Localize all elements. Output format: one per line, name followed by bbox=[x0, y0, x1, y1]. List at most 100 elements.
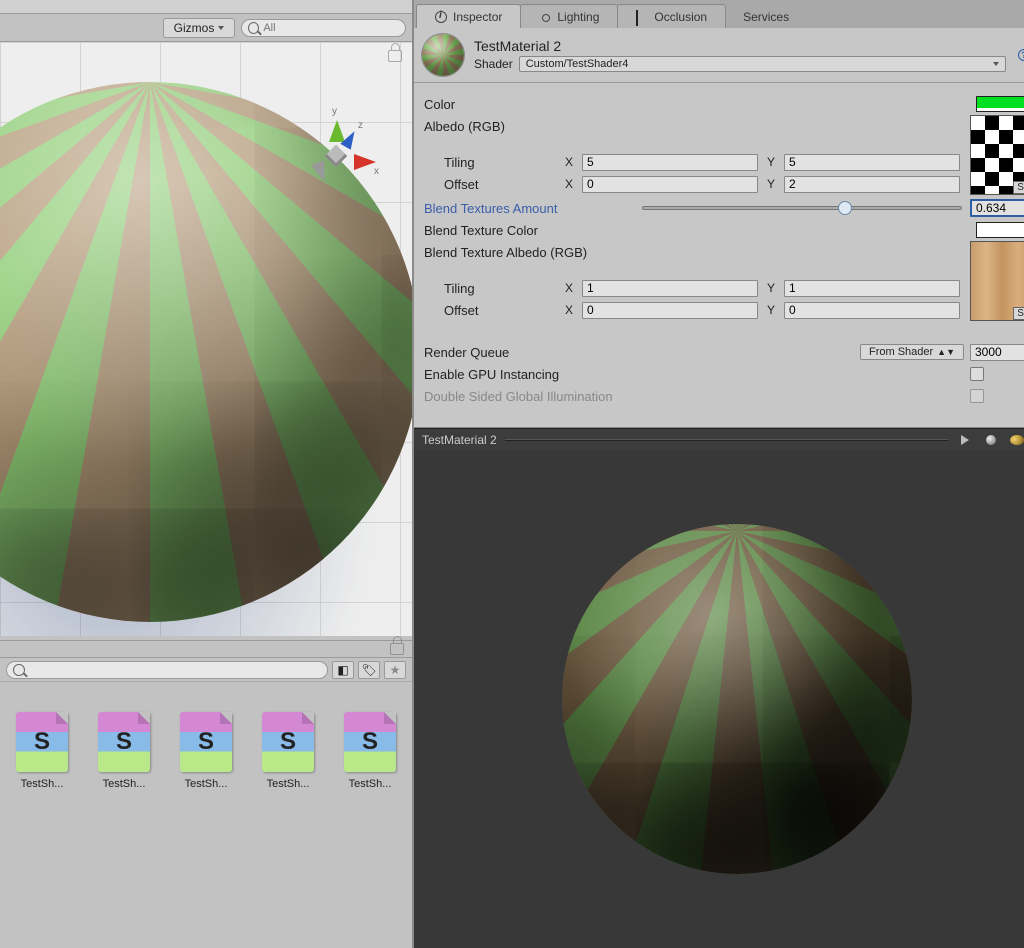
render-queue-mode-dropdown[interactable]: From Shader ▲▼ bbox=[860, 344, 964, 360]
tab-label: Inspector bbox=[453, 10, 502, 24]
filter-by-label-button[interactable]: 🏷 bbox=[358, 661, 380, 679]
shader-file-icon: S bbox=[344, 712, 396, 772]
preview-header: TestMaterial 2 bbox=[414, 428, 1024, 450]
y-label: Y bbox=[764, 177, 778, 191]
shader-dropdown[interactable]: Custom/TestShader4 bbox=[519, 56, 1006, 72]
star-icon: ★ bbox=[390, 663, 401, 677]
albedo-offset-x[interactable] bbox=[582, 176, 758, 193]
x-label: X bbox=[562, 281, 576, 295]
x-label: X bbox=[562, 177, 576, 191]
hierarchy-icon: ◧ bbox=[337, 663, 348, 677]
chevron-down-icon bbox=[993, 62, 999, 66]
blend-color-field[interactable] bbox=[976, 222, 1024, 238]
albedo-tiling-x[interactable] bbox=[582, 154, 758, 171]
material-thumbnail-icon[interactable] bbox=[422, 34, 464, 76]
axis-z-label: z bbox=[358, 120, 363, 131]
tab-label: Lighting bbox=[557, 10, 599, 24]
y-label: Y bbox=[764, 281, 778, 295]
material-name: TestMaterial 2 bbox=[474, 38, 1006, 54]
tab-label: Services bbox=[743, 10, 789, 24]
x-label: X bbox=[562, 303, 576, 317]
asset-label: TestSh... bbox=[10, 778, 74, 790]
asset-item[interactable]: S TestSh... bbox=[10, 712, 74, 790]
scene-tab-strip bbox=[0, 0, 412, 14]
preview-env-button[interactable] bbox=[1008, 432, 1024, 448]
project-header-bar bbox=[0, 640, 412, 658]
scene-search-input[interactable] bbox=[263, 22, 399, 34]
slider-thumb-icon[interactable] bbox=[838, 201, 852, 215]
blend-offset-y[interactable] bbox=[784, 302, 960, 319]
play-icon bbox=[961, 435, 969, 445]
tab-label: Occlusion bbox=[654, 10, 707, 24]
lock-icon[interactable] bbox=[388, 50, 402, 62]
orientation-gizmo[interactable]: y x z bbox=[296, 116, 376, 196]
render-queue-value[interactable] bbox=[970, 344, 1024, 361]
project-search[interactable] bbox=[6, 661, 328, 679]
y-label: Y bbox=[764, 303, 778, 317]
tab-occlusion[interactable]: Occlusion bbox=[617, 4, 726, 28]
preview-play-button[interactable] bbox=[956, 432, 974, 448]
help-icon: ? bbox=[1018, 49, 1024, 61]
scene-toolbar: Gizmos bbox=[0, 14, 412, 42]
search-icon bbox=[13, 664, 25, 676]
tiling-label: Tiling bbox=[424, 281, 556, 296]
albedo-texture-slot[interactable]: Select bbox=[970, 115, 1024, 195]
shader-file-icon: S bbox=[262, 712, 314, 772]
material-properties: Color Albedo (RGB) Tiling X Y bbox=[414, 83, 1024, 428]
shader-value: Custom/TestShader4 bbox=[526, 58, 629, 70]
help-button[interactable]: ? bbox=[1016, 47, 1024, 63]
project-search-input[interactable] bbox=[29, 664, 322, 676]
asset-grid[interactable]: S TestSh... S TestSh... S TestSh... S Te… bbox=[0, 682, 412, 948]
preview-title: TestMaterial 2 bbox=[422, 433, 497, 447]
asset-item[interactable]: S TestSh... bbox=[256, 712, 320, 790]
gizmos-dropdown[interactable]: Gizmos bbox=[163, 18, 236, 38]
albedo-label: Albedo (RGB) bbox=[424, 119, 634, 134]
tab-services[interactable]: Services bbox=[725, 5, 807, 28]
axis-y-label: y bbox=[332, 106, 337, 117]
albedo-tiling-y[interactable] bbox=[784, 154, 960, 171]
tiling-label: Tiling bbox=[424, 155, 556, 170]
blend-offset-x[interactable] bbox=[582, 302, 758, 319]
sphere-icon bbox=[986, 435, 996, 445]
blend-amount-value[interactable] bbox=[970, 199, 1024, 217]
render-queue-label: Render Queue bbox=[424, 345, 634, 360]
lock-icon[interactable] bbox=[390, 643, 404, 655]
blend-tiling-x[interactable] bbox=[582, 280, 758, 297]
texture-select-button[interactable]: Select bbox=[1013, 307, 1024, 320]
asset-item[interactable]: S TestSh... bbox=[92, 712, 156, 790]
preview-light-button[interactable] bbox=[982, 432, 1000, 448]
color-field[interactable] bbox=[976, 96, 1024, 112]
occlusion-icon bbox=[636, 10, 638, 26]
gizmo-axis-neg-icon[interactable] bbox=[311, 160, 331, 184]
blend-amount-slider[interactable] bbox=[642, 206, 962, 210]
favorites-button[interactable]: ★ bbox=[384, 661, 406, 679]
blend-amount-label: Blend Textures Amount bbox=[424, 201, 634, 216]
gizmo-axis-x-icon[interactable] bbox=[354, 154, 376, 170]
updown-icon: ▲▼ bbox=[937, 347, 955, 357]
shader-file-icon: S bbox=[98, 712, 150, 772]
tab-lighting[interactable]: Lighting bbox=[520, 4, 618, 28]
albedo-offset-y[interactable] bbox=[784, 176, 960, 193]
gizmo-cube[interactable] bbox=[325, 145, 348, 168]
asset-item[interactable]: S TestSh... bbox=[338, 712, 402, 790]
color-label: Color bbox=[424, 97, 634, 112]
blend-tiling-y[interactable] bbox=[784, 280, 960, 297]
asset-item[interactable]: S TestSh... bbox=[174, 712, 238, 790]
tab-inspector[interactable]: Inspector bbox=[416, 4, 521, 28]
texture-select-button[interactable]: Select bbox=[1013, 181, 1024, 194]
y-label: Y bbox=[764, 155, 778, 169]
scene-viewport[interactable]: y x z bbox=[0, 42, 412, 636]
scene-search[interactable] bbox=[241, 19, 406, 37]
material-header: TestMaterial 2 Shader Custom/TestShader4… bbox=[414, 28, 1024, 83]
blend-texture-slot[interactable]: Select bbox=[970, 241, 1024, 321]
sun-icon bbox=[539, 11, 551, 23]
preview-sphere bbox=[562, 524, 912, 874]
material-preview-viewport[interactable] bbox=[414, 450, 1024, 948]
asset-label: TestSh... bbox=[338, 778, 402, 790]
color-swatch-icon bbox=[977, 223, 1024, 234]
gpu-instancing-checkbox[interactable] bbox=[970, 367, 984, 381]
info-icon bbox=[435, 11, 447, 23]
shader-label: Shader bbox=[474, 57, 513, 71]
filter-by-type-button[interactable]: ◧ bbox=[332, 661, 354, 679]
project-search-row: ◧ 🏷 ★ bbox=[0, 658, 412, 682]
